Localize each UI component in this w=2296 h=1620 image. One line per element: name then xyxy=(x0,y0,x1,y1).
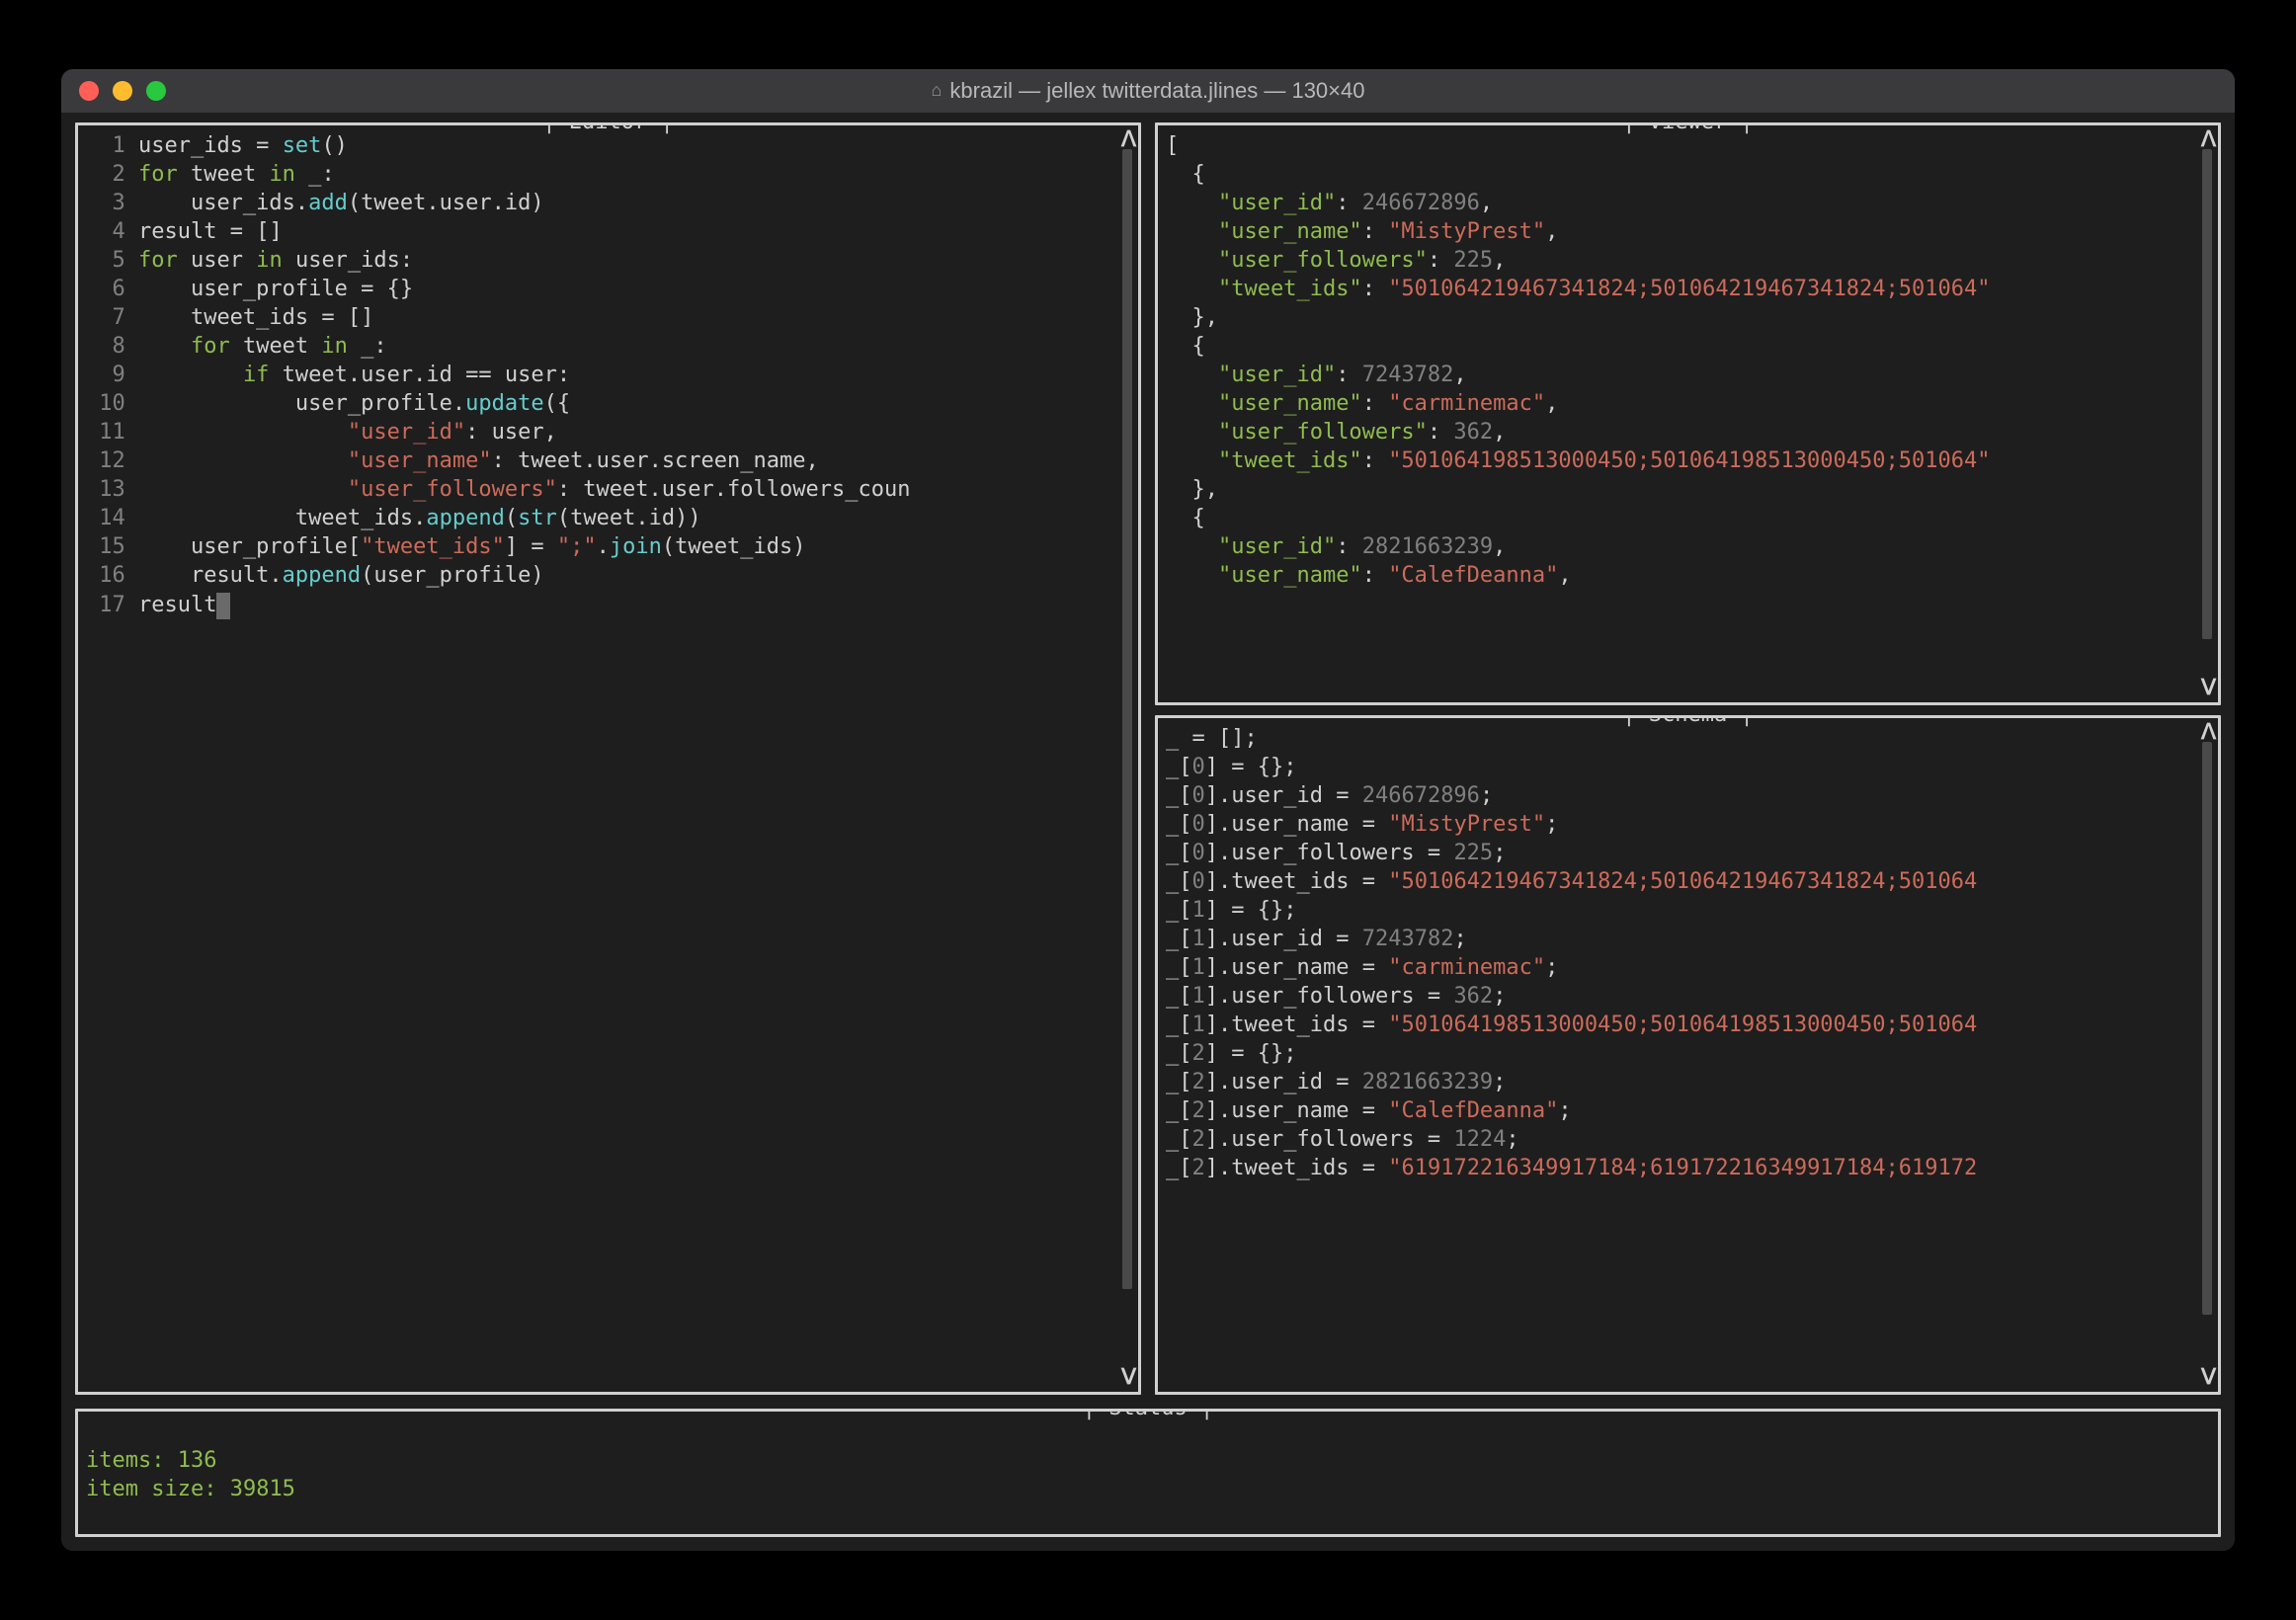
scroll-down-icon[interactable]: ᐯ xyxy=(2201,1363,2216,1392)
title-sep2: — xyxy=(1264,78,1291,103)
schema-body[interactable]: _ = []; _[0] = {}; _[0].user_id = 246672… xyxy=(1166,724,2210,1386)
close-icon[interactable] xyxy=(79,81,99,101)
title-sep: — xyxy=(1019,78,1046,103)
viewer-body[interactable]: [ { "user_id": 246672896, "user_name": "… xyxy=(1166,131,2210,696)
traffic-lights xyxy=(61,81,166,101)
status-pane: | Status | items: 136 item size: 39815 xyxy=(75,1409,2221,1537)
right-column: | Viewer | ᐱ [ { "user_id": 246672896, "… xyxy=(1155,122,2221,1395)
status-items-label: items: xyxy=(86,1448,164,1473)
viewer-pane[interactable]: | Viewer | ᐱ [ { "user_id": 246672896, "… xyxy=(1155,122,2221,705)
left-column: | Editor | ᐱ 1user_ids = set() 2for twee… xyxy=(75,122,1141,1395)
scroll-down-icon[interactable]: ᐯ xyxy=(1121,1363,1136,1392)
minimize-icon[interactable] xyxy=(113,81,132,101)
zoom-icon[interactable] xyxy=(146,81,166,101)
status-size-label: item size: xyxy=(86,1477,216,1501)
scroll-down-icon[interactable]: ᐯ xyxy=(2201,674,2216,702)
title-dims: 130×40 xyxy=(1291,78,1364,103)
editor-body[interactable]: 1user_ids = set() 2for tweet in _: 3 use… xyxy=(86,131,1130,1386)
terminal-body: | Editor | ᐱ 1user_ids = set() 2for twee… xyxy=(61,113,2235,1551)
status-body: items: 136 item size: 39815 xyxy=(86,1418,2210,1528)
editor-pane[interactable]: | Editor | ᐱ 1user_ids = set() 2for twee… xyxy=(75,122,1141,1395)
status-items-value: 136 xyxy=(178,1448,217,1473)
title-prefix: kbrazil xyxy=(949,78,1013,103)
app-window: ⌂ kbrazil — jellex twitterdata.jlines — … xyxy=(61,69,2235,1551)
schema-pane[interactable]: | Schema | ᐱ _ = []; _[0] = {}; _[0].use… xyxy=(1155,715,2221,1395)
home-icon: ⌂ xyxy=(932,79,943,103)
top-row: | Editor | ᐱ 1user_ids = set() 2for twee… xyxy=(75,122,2221,1395)
status-size-value: 39815 xyxy=(230,1477,295,1501)
window-title: ⌂ kbrazil — jellex twitterdata.jlines — … xyxy=(61,76,2235,105)
title-command: jellex twitterdata.jlines xyxy=(1046,78,1258,103)
titlebar[interactable]: ⌂ kbrazil — jellex twitterdata.jlines — … xyxy=(61,69,2235,113)
